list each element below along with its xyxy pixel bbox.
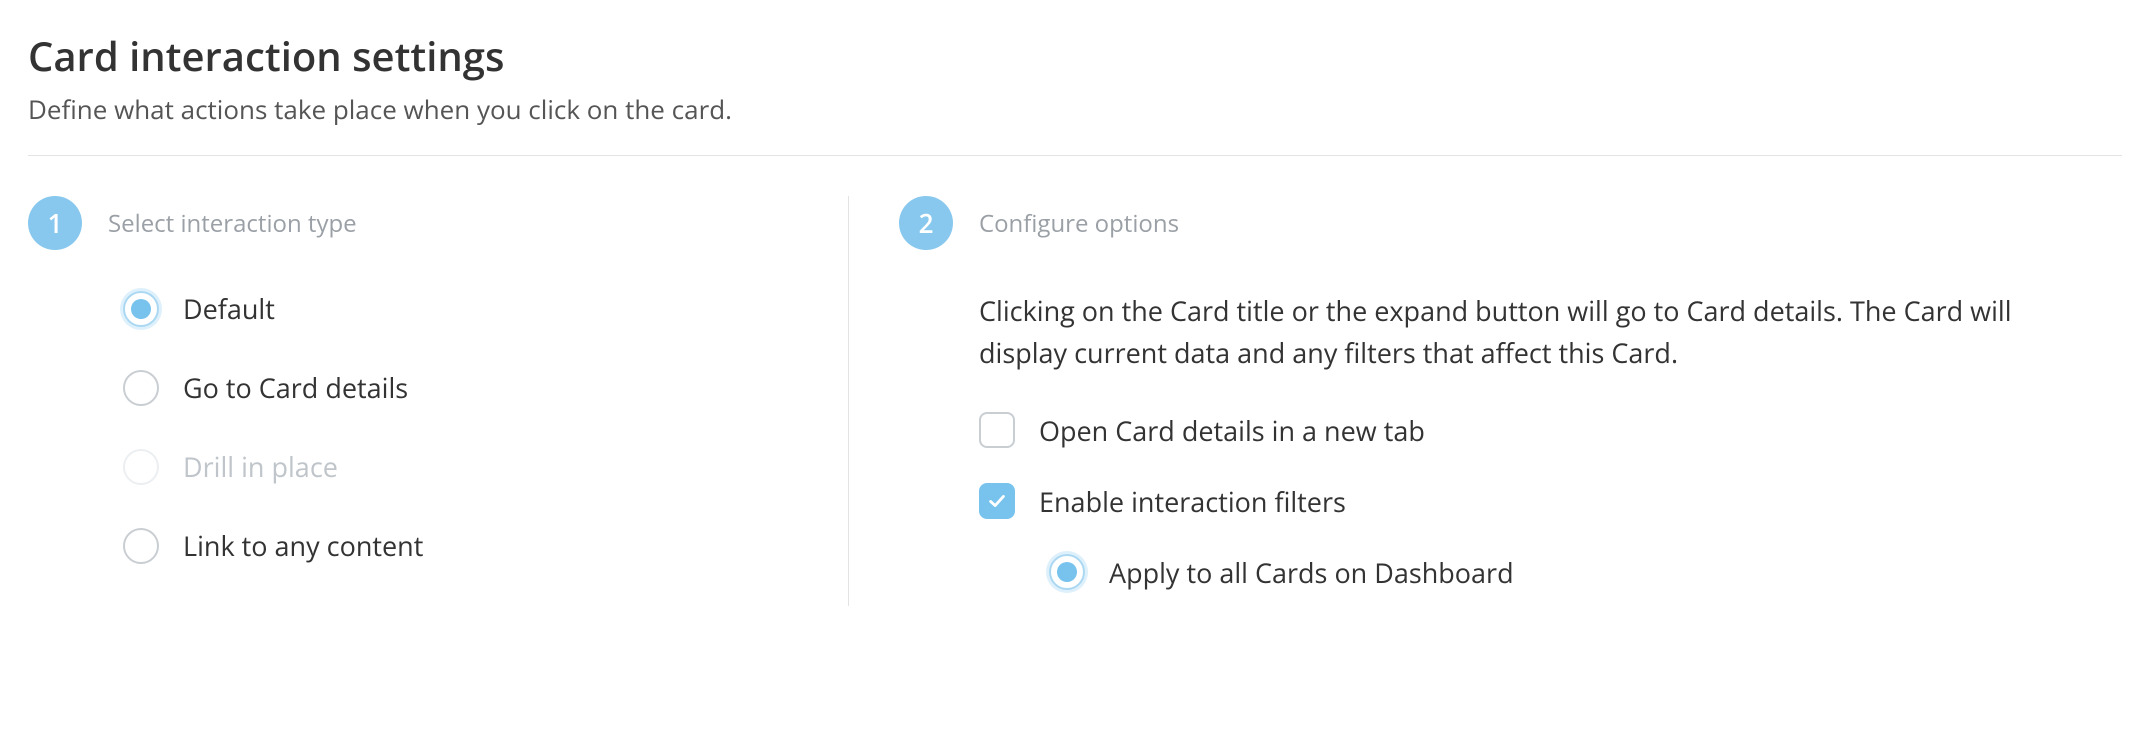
radio-icon — [123, 291, 159, 327]
radio-icon — [123, 449, 159, 485]
checkbox-open-new-tab[interactable]: Open Card details in a new tab — [979, 412, 2122, 449]
page-title: Card interaction settings — [28, 28, 2122, 83]
radio-link-to-any-content[interactable]: Link to any content — [123, 527, 828, 564]
radio-default[interactable]: Default — [123, 290, 828, 327]
section-divider — [28, 155, 2122, 156]
interaction-type-radio-group: Default Go to Card details Drill in plac… — [123, 290, 828, 564]
step-1-column: 1 Select interaction type Default Go to … — [28, 196, 848, 606]
radio-label: Go to Card details — [183, 369, 408, 406]
radio-label: Default — [183, 290, 275, 327]
radio-drill-in-place: Drill in place — [123, 448, 828, 485]
radio-apply-all-cards[interactable]: Apply to all Cards on Dashboard — [1049, 554, 2122, 591]
settings-columns: 1 Select interaction type Default Go to … — [28, 196, 2122, 606]
step-2-badge: 2 — [899, 196, 953, 250]
radio-go-to-card-details[interactable]: Go to Card details — [123, 369, 828, 406]
radio-label: Link to any content — [183, 527, 423, 564]
checkbox-icon — [979, 483, 1015, 519]
step-2-title: Configure options — [979, 207, 1179, 240]
step-2-column: 2 Configure options Clicking on the Card… — [848, 196, 2122, 606]
step-1-header: 1 Select interaction type — [28, 196, 828, 250]
step-2-header: 2 Configure options — [899, 196, 2122, 250]
card-interaction-settings-panel: Card interaction settings Define what ac… — [0, 0, 2150, 646]
checkbox-label: Enable interaction filters — [1039, 483, 1346, 520]
radio-icon — [1049, 554, 1085, 590]
page-subtitle: Define what actions take place when you … — [28, 91, 2122, 127]
checkbox-icon — [979, 412, 1015, 448]
radio-label: Apply to all Cards on Dashboard — [1109, 554, 1514, 591]
configure-options-body: Clicking on the Card title or the expand… — [979, 290, 2122, 591]
checkbox-enable-interaction-filters[interactable]: Enable interaction filters — [979, 483, 2122, 520]
checkbox-label: Open Card details in a new tab — [1039, 412, 1425, 449]
radio-label: Drill in place — [183, 448, 338, 485]
radio-icon — [123, 370, 159, 406]
step-1-badge: 1 — [28, 196, 82, 250]
step-1-title: Select interaction type — [108, 207, 357, 240]
radio-icon — [123, 528, 159, 564]
configure-options-description: Clicking on the Card title or the expand… — [979, 290, 2079, 374]
check-icon — [986, 490, 1008, 512]
